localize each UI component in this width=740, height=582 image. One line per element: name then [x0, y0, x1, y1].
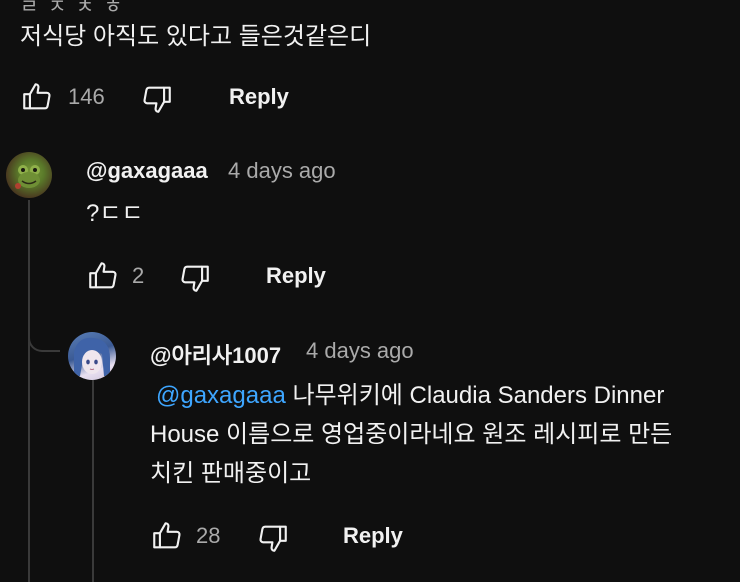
- like-count: 146: [68, 84, 105, 109]
- comment-text-line: @gaxagaaa 나무위키에 Claudia Sanders Dinner: [150, 377, 664, 415]
- thumb-down-icon[interactable]: [178, 261, 212, 295]
- thread-connector-curve: [28, 312, 60, 352]
- comment-text-line: 치킨 판매중이고: [150, 460, 312, 487]
- comment-actions: 2 Reply: [86, 259, 386, 299]
- avatar[interactable]: [6, 152, 52, 198]
- comment-actions: 28 Reply: [150, 519, 450, 559]
- frog-avatar-icon: [15, 165, 40, 189]
- thumb-up-icon[interactable]: [150, 519, 184, 553]
- comment-timestamp[interactable]: 4 days ago: [228, 158, 336, 184]
- comment-text-segment: 나무위키에 Claudia Sanders Dinner: [285, 382, 665, 409]
- thumb-down-icon[interactable]: [256, 521, 290, 555]
- avatar[interactable]: [68, 332, 116, 380]
- anime-avatar-icon: [74, 337, 110, 376]
- reply-button[interactable]: Reply: [343, 519, 403, 553]
- like-count: 2: [132, 263, 145, 288]
- thumb-up-icon[interactable]: [20, 80, 54, 114]
- comment-author[interactable]: @gaxagaaa: [86, 158, 208, 184]
- comment-thread: ㄹ ㅈ ㅊ ㅎ 저식당 아직도 있다고 들은것같은디 146 Reply @ga…: [0, 0, 740, 582]
- comment-text: 저식당 아직도 있다고 들은것같은디: [20, 23, 372, 50]
- thumb-down-icon[interactable]: [140, 82, 174, 116]
- reply-button[interactable]: Reply: [266, 259, 326, 293]
- thread-line: [28, 200, 30, 582]
- thread-line-nested: [92, 380, 94, 582]
- comment-text-line: House 이름으로 영업중이라네요 원조 레시피로 만든: [150, 421, 673, 448]
- truncated-comment-header: ㄹ ㅈ ㅊ ㅎ: [20, 0, 125, 18]
- comment-author[interactable]: @아리사1007: [150, 338, 281, 370]
- thumb-up-icon[interactable]: [86, 259, 120, 293]
- comment-timestamp[interactable]: 4 days ago: [306, 338, 414, 364]
- reply-button[interactable]: Reply: [229, 80, 289, 114]
- comment-actions: 146 Reply: [20, 80, 320, 120]
- comment-text: ?ㄷㄷ: [86, 200, 144, 227]
- like-count: 28: [196, 523, 221, 548]
- mention-link[interactable]: @gaxagaaa: [156, 382, 286, 409]
